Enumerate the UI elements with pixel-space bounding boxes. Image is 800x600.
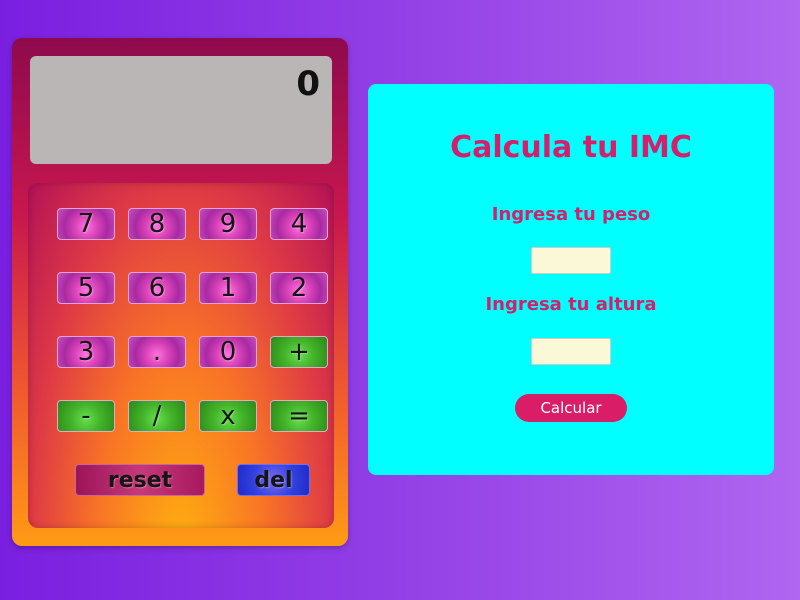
height-input[interactable] xyxy=(531,338,611,365)
display-value: 0 xyxy=(296,64,320,104)
key-6[interactable]: 6 xyxy=(128,272,186,304)
delete-button[interactable]: del xyxy=(237,464,310,496)
key-8[interactable]: 8 xyxy=(128,208,186,240)
key-multiply[interactable]: x xyxy=(199,400,257,432)
keypad: 7 8 9 4 5 6 1 2 3 . 0 + - / x = reset de… xyxy=(28,183,334,528)
key-1[interactable]: 1 xyxy=(199,272,257,304)
height-label: Ingresa tu altura xyxy=(485,294,657,315)
key-divide[interactable]: / xyxy=(128,400,186,432)
weight-label: Ingresa tu peso xyxy=(491,204,651,225)
key-decimal[interactable]: . xyxy=(128,336,186,368)
calculator: 0 7 8 9 4 5 6 1 2 3 . 0 + - / x = reset … xyxy=(12,38,348,546)
imc-title: Calcula tu IMC xyxy=(450,130,692,165)
calculate-button[interactable]: Calcular xyxy=(515,394,627,422)
calculator-display: 0 xyxy=(30,56,332,164)
key-add[interactable]: + xyxy=(270,336,328,368)
key-3[interactable]: 3 xyxy=(57,336,115,368)
imc-card: Calcula tu IMC Ingresa tu peso Ingresa t… xyxy=(368,84,774,475)
key-4[interactable]: 4 xyxy=(270,208,328,240)
key-7[interactable]: 7 xyxy=(57,208,115,240)
key-9[interactable]: 9 xyxy=(199,208,257,240)
key-5[interactable]: 5 xyxy=(57,272,115,304)
key-subtract[interactable]: - xyxy=(57,400,115,432)
key-equals[interactable]: = xyxy=(270,400,328,432)
key-2[interactable]: 2 xyxy=(270,272,328,304)
reset-button[interactable]: reset xyxy=(75,464,205,496)
key-0[interactable]: 0 xyxy=(199,336,257,368)
weight-input[interactable] xyxy=(531,247,611,274)
